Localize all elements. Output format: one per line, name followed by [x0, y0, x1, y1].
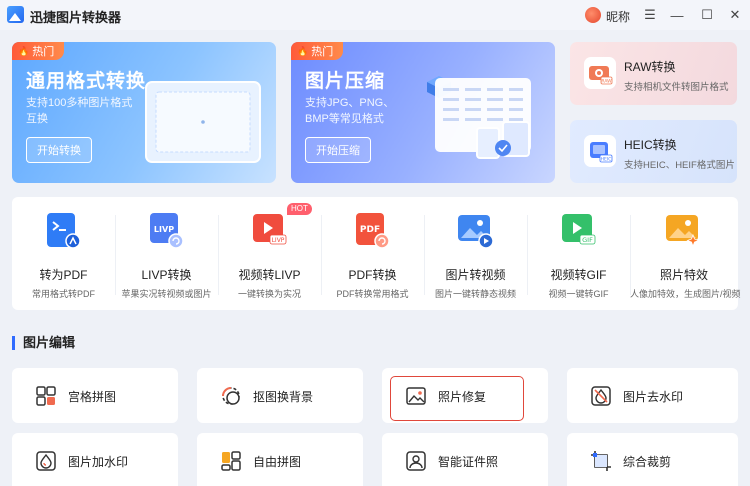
tool-name: PDF转换 [348, 268, 397, 282]
hero-desc: 支持JPG、PNG、BMP等常见格式 [305, 97, 395, 125]
heic-icon: HEIC [584, 135, 616, 167]
edit-label: 图片去水印 [623, 390, 684, 404]
heic-convert-card[interactable]: HEIC HEIC转换 支持HEIC、HEIF格式图片 [570, 120, 737, 183]
hero-card-format-convert[interactable]: 🔥 热门 通用格式转换 支持100多种图片格式互换 开始转换 [12, 42, 276, 183]
tool-to-pdf[interactable]: 转为PDF 常用格式转PDF [12, 197, 115, 310]
edit-grid-collage-button[interactable]: 宫格拼图 [12, 368, 178, 423]
video-to-gif-icon: GIF [562, 214, 596, 245]
edit-label: 智能证件照 [438, 455, 499, 469]
edit-label: 宫格拼图 [68, 390, 117, 404]
edit-label: 综合裁剪 [623, 455, 672, 469]
photo-effect-icon [666, 215, 700, 248]
tool-name: 照片特效 [659, 268, 708, 282]
edit-remove-watermark-button[interactable]: 图片去水印 [567, 368, 738, 423]
close-icon[interactable]: ✕ [725, 5, 745, 25]
tool-name: 图片转视频 [445, 268, 506, 282]
tool-desc: 苹果实况转视频或图片 [121, 289, 212, 299]
edit-label: 自由拼图 [253, 455, 302, 469]
tool-image-to-video[interactable]: 图片转视频 图片一键转静态视频 [424, 197, 527, 310]
edit-crop-button[interactable]: 综合裁剪 [567, 433, 738, 486]
svg-text:LIVP: LIVP [272, 237, 285, 244]
tool-name: 视频转GIF [550, 268, 607, 282]
side-card-title: RAW转换 [624, 60, 676, 74]
flame-icon: 🔥 [18, 45, 30, 56]
hot-tag: 🔥 热门 [12, 42, 65, 60]
side-card-title: HEIC转换 [624, 138, 677, 152]
image-to-video-icon [458, 215, 494, 249]
cutout-icon [222, 387, 240, 405]
livp-icon: LIVP [150, 213, 184, 249]
side-card-desc: 支持相机文件转图片格式 [624, 82, 729, 93]
side-card-desc: 支持HEIC、HEIF格式图片 [624, 160, 735, 171]
format-convert-illustration-icon [145, 81, 261, 163]
tool-desc: 图片一键转静态视频 [434, 289, 516, 299]
add-watermark-icon [36, 451, 56, 471]
grid-collage-icon [36, 386, 56, 406]
tools-panel: 转为PDF 常用格式转PDF LIVP LIVP转换 苹果实况转视频或图片 HO… [12, 197, 741, 310]
edit-label: 抠图换背景 [253, 390, 314, 404]
minimize-icon[interactable]: — [667, 5, 687, 25]
maximize-icon[interactable]: ☐ [697, 5, 717, 25]
tool-name: 视频转LIVP [238, 268, 301, 282]
tool-desc: 常用格式转PDF [31, 289, 95, 299]
hero-title: 通用格式转换 [26, 71, 147, 92]
id-photo-icon [406, 451, 426, 471]
title-bar: 迅捷图片转换器 昵称 ☰ — ☐ ✕ [0, 0, 750, 30]
photo-repair-icon [406, 387, 426, 405]
nickname-link[interactable]: 昵称 [606, 8, 630, 25]
edit-cutout-button[interactable]: 抠图换背景 [197, 368, 363, 423]
app-logo-icon [7, 6, 24, 23]
hero-card-compress[interactable]: 🔥 热门 图片压缩 支持JPG、PNG、BMP等常见格式 开始压缩 [291, 42, 555, 183]
flame-icon: 🔥 [297, 45, 309, 56]
hero-title: 图片压缩 [305, 71, 386, 92]
hero-desc: 支持100多种图片格式互换 [26, 97, 133, 125]
edit-label: 图片加水印 [68, 455, 129, 469]
pdf-convert-icon: PDF [356, 213, 390, 249]
tool-name: LIVP转换 [141, 268, 192, 282]
edit-label: 照片修复 [438, 390, 487, 404]
remove-watermark-icon [591, 386, 611, 406]
tool-name: 转为PDF [39, 268, 88, 282]
camera-raw-icon: RAW [584, 57, 616, 89]
svg-text:PDF: PDF [360, 225, 380, 235]
compress-illustration-icon [427, 76, 531, 159]
raw-convert-card[interactable]: RAW RAW转换 支持相机文件转图片格式 [570, 42, 737, 105]
hot-tag: 🔥 热门 [291, 42, 344, 60]
tool-pdf-convert[interactable]: PDF PDF转换 PDF转换常用格式 [321, 197, 424, 310]
edit-add-watermark-button[interactable]: 图片加水印 [12, 433, 178, 486]
edit-free-collage-button[interactable]: 自由拼图 [197, 433, 363, 486]
svg-text:GIF: GIF [582, 236, 593, 244]
tool-desc: PDF转换常用格式 [336, 289, 409, 299]
tool-desc: 视频一键转GIF [548, 289, 609, 299]
crop-icon [591, 451, 611, 471]
to-pdf-icon [47, 213, 81, 249]
tool-video-to-livp[interactable]: HOT LIVP 视频转LIVP 一键转换为实况 [218, 197, 321, 310]
edit-photo-repair-button[interactable]: 照片修复 [382, 368, 548, 423]
start-compress-button[interactable]: 开始压缩 [305, 137, 371, 163]
free-collage-icon [221, 451, 241, 471]
app-title: 迅捷图片转换器 [30, 10, 122, 25]
tool-desc: 一键转换为实况 [237, 289, 301, 299]
start-convert-button[interactable]: 开始转换 [26, 137, 92, 163]
tool-photo-effect[interactable]: 照片特效 人像加特效，生成图片/视频 [630, 197, 741, 310]
hot-badge: HOT [287, 203, 312, 215]
svg-text:HEIC: HEIC [601, 157, 612, 163]
tool-livp-convert[interactable]: LIVP LIVP转换 苹果实况转视频或图片 [115, 197, 218, 310]
video-to-livp-icon: LIVP [253, 214, 287, 245]
section-title: 图片编辑 [12, 336, 75, 350]
avatar[interactable] [585, 7, 601, 23]
svg-text:LIVP: LIVP [154, 225, 174, 234]
edit-id-photo-button[interactable]: 智能证件照 [382, 433, 548, 486]
tool-desc: 人像加特效，生成图片/视频 [630, 289, 741, 299]
svg-text:RAW: RAW [601, 79, 612, 85]
tool-video-to-gif[interactable]: GIF 视频转GIF 视频一键转GIF [527, 197, 630, 310]
menu-icon[interactable]: ☰ [640, 5, 660, 25]
